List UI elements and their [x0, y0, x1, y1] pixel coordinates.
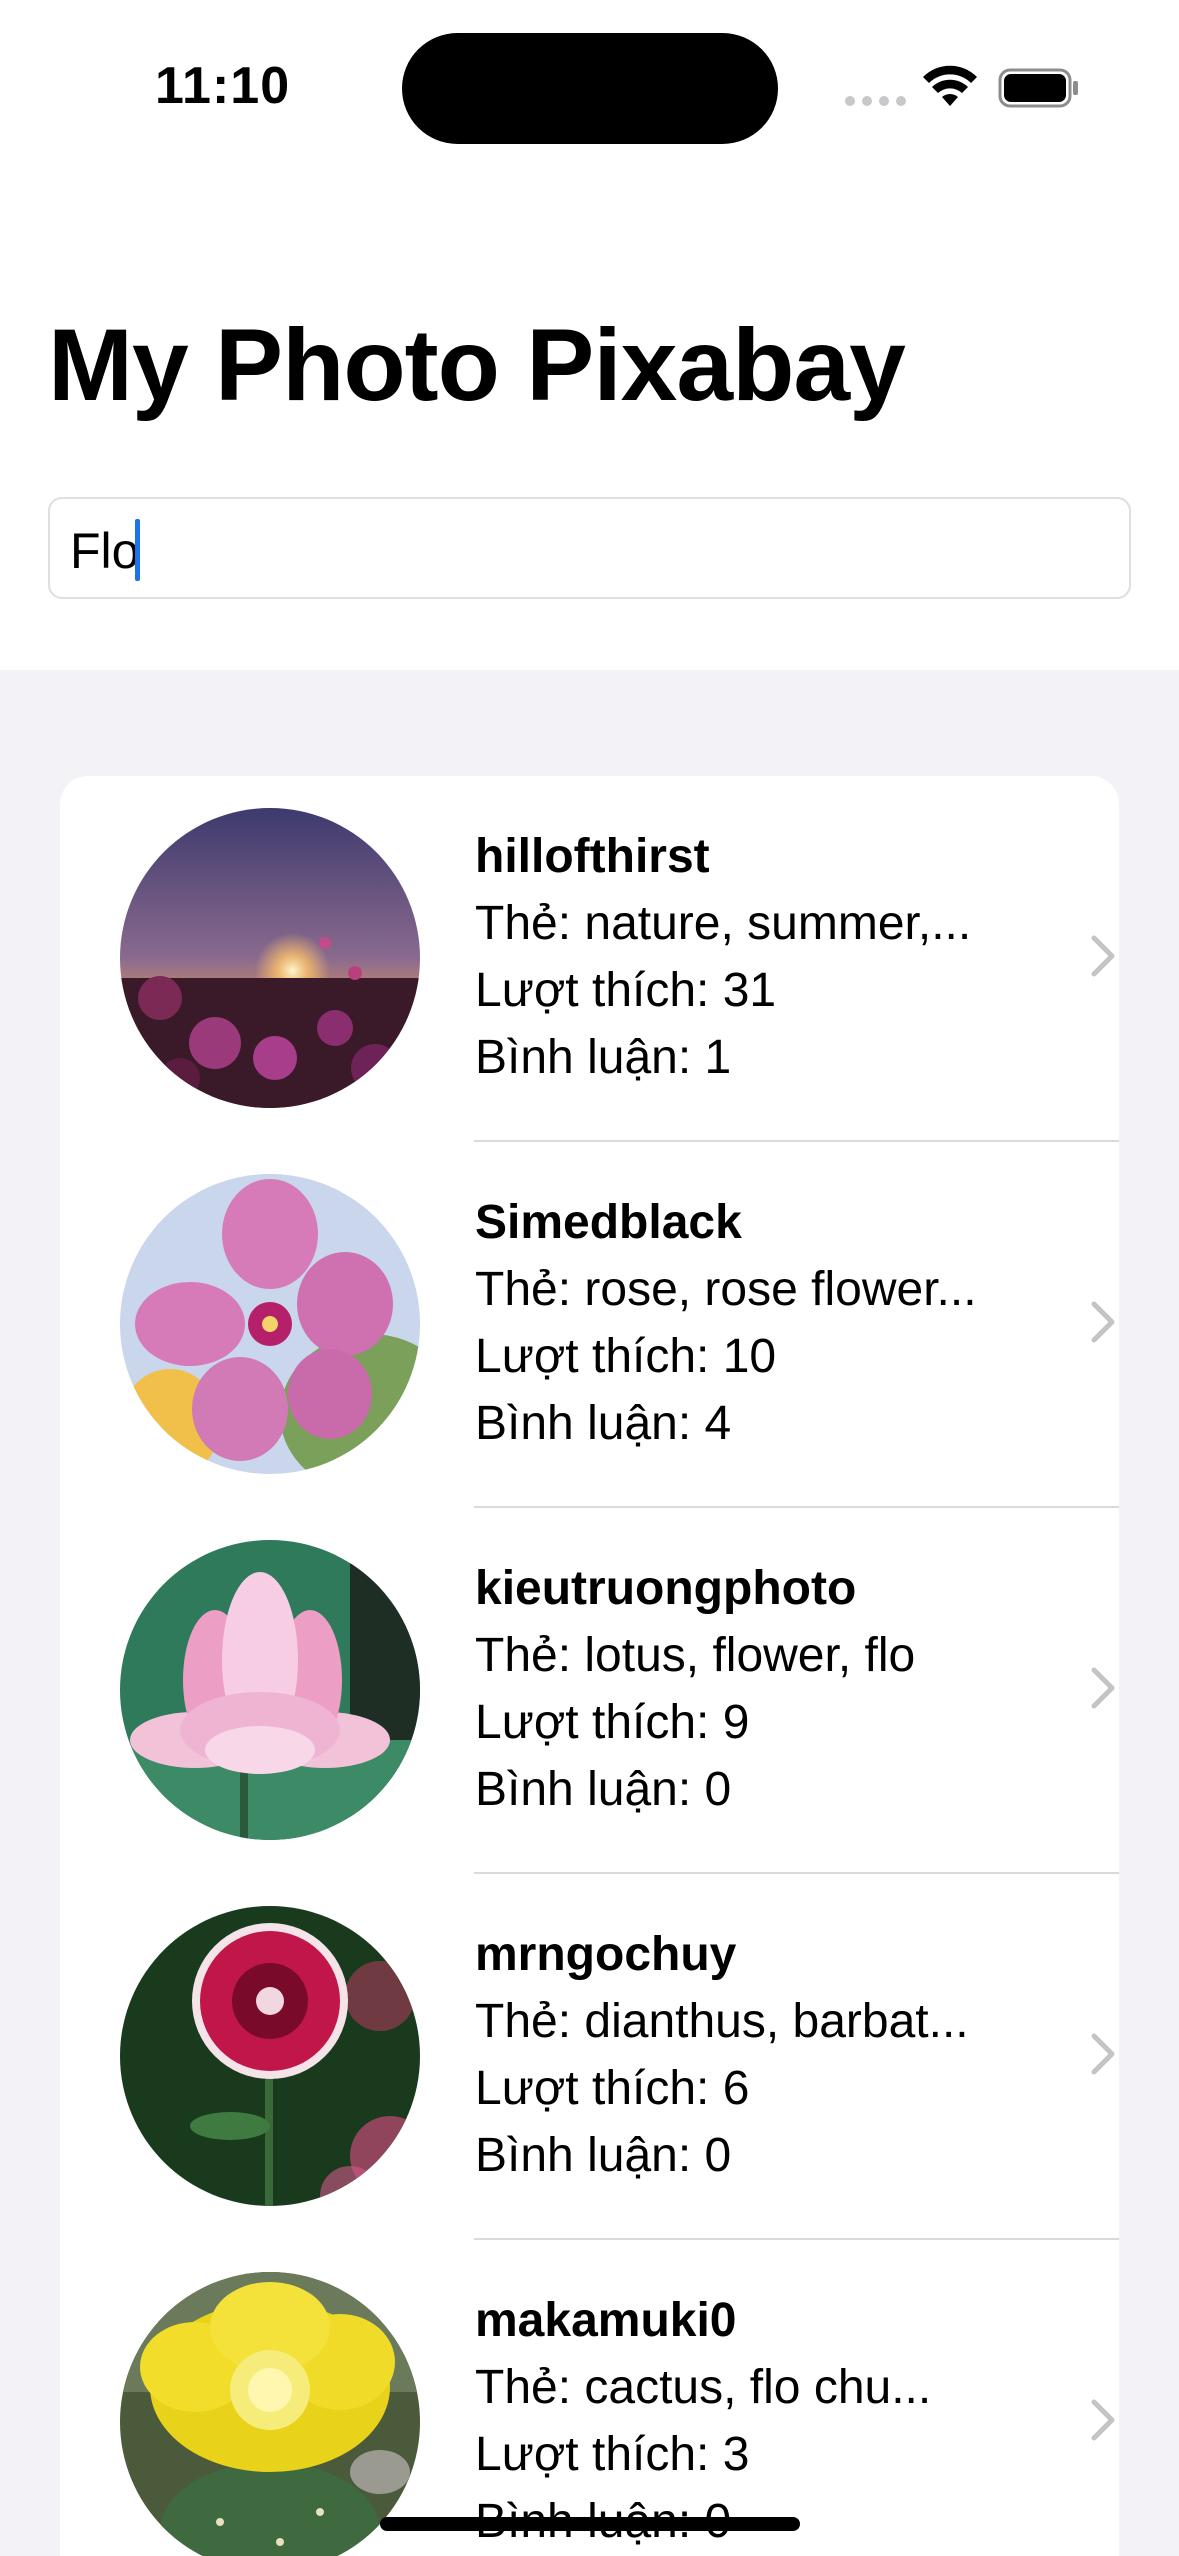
list-item[interactable]: Simedblack Thẻ: rose, rose flower... Lượ… — [60, 1142, 1119, 1508]
photo-comments: Bình luận: 0 — [475, 2129, 732, 2182]
photo-tags: Thẻ: cactus, flo chu... — [475, 2361, 932, 2414]
list-item[interactable]: makamuki0 Thẻ: cactus, flo chu... Lượt t… — [60, 2240, 1119, 2556]
photo-info: mrngochuy Thẻ: dianthus, barbat... Lượt … — [475, 1922, 1065, 2189]
photo-info: hillofthirst Thẻ: nature, summer,... Lượ… — [475, 824, 1065, 1091]
photo-tags: Thẻ: dianthus, barbat... — [475, 1995, 969, 2048]
page-title: My Photo Pixabay — [48, 308, 906, 422]
list-item[interactable]: kieutruongphoto Thẻ: lotus, flower, flo … — [60, 1508, 1119, 1874]
photo-info: Simedblack Thẻ: rose, rose flower... Lượ… — [475, 1190, 1065, 1457]
chevron-right-icon — [1091, 1301, 1115, 1343]
search-input-value: Flo — [70, 523, 140, 579]
photo-comments: Bình luận: 0 — [475, 1763, 732, 1816]
chevron-right-icon — [1091, 2399, 1115, 2441]
photo-user: Simedblack — [475, 1196, 742, 1249]
photo-likes: Lượt thích: 10 — [475, 1330, 777, 1383]
text-caret — [135, 519, 140, 581]
dynamic-island — [402, 33, 778, 144]
photo-likes: Lượt thích: 31 — [475, 964, 777, 1017]
photo-list: hillofthirst Thẻ: nature, summer,... Lượ… — [60, 776, 1119, 2556]
photo-user: hillofthirst — [475, 830, 710, 883]
list-item[interactable]: mrngochuy Thẻ: dianthus, barbat... Lượt … — [60, 1874, 1119, 2240]
photo-comments: Bình luận: 4 — [475, 1397, 732, 1450]
photo-user: mrngochuy — [475, 1928, 737, 1981]
home-indicator[interactable] — [380, 2517, 800, 2531]
search-input[interactable]: Flo — [48, 497, 1131, 599]
photo-thumbnail — [120, 1174, 420, 1474]
photo-tags: Thẻ: lotus, flower, flo — [475, 1629, 916, 1682]
chevron-right-icon — [1091, 935, 1115, 977]
photo-comments: Bình luận: 1 — [475, 1031, 732, 1084]
chevron-right-icon — [1091, 1667, 1115, 1709]
photo-likes: Lượt thích: 6 — [475, 2062, 750, 2115]
photo-tags: Thẻ: nature, summer,... — [475, 897, 972, 950]
photo-user: kieutruongphoto — [475, 1562, 857, 1615]
photo-thumbnail — [120, 1906, 420, 2206]
cellular-signal-icon — [845, 96, 906, 106]
status-time: 11:10 — [155, 57, 291, 115]
photo-thumbnail — [120, 808, 420, 1108]
photo-user: makamuki0 — [475, 2294, 737, 2347]
photo-info: makamuki0 Thẻ: cactus, flo chu... Lượt t… — [475, 2288, 1065, 2555]
wifi-icon — [923, 65, 977, 106]
list-item[interactable]: hillofthirst Thẻ: nature, summer,... Lượ… — [60, 776, 1119, 1142]
photo-likes: Lượt thích: 9 — [475, 1696, 750, 1749]
status-bar: 11:10 — [0, 0, 1179, 170]
chevron-right-icon — [1091, 2033, 1115, 2075]
photo-likes: Lượt thích: 3 — [475, 2428, 750, 2481]
photo-thumbnail — [120, 2272, 420, 2556]
photo-thumbnail — [120, 1540, 420, 1840]
photo-tags: Thẻ: rose, rose flower... — [475, 1263, 977, 1316]
photo-info: kieutruongphoto Thẻ: lotus, flower, flo … — [475, 1556, 1065, 1823]
battery-icon — [998, 68, 1078, 108]
